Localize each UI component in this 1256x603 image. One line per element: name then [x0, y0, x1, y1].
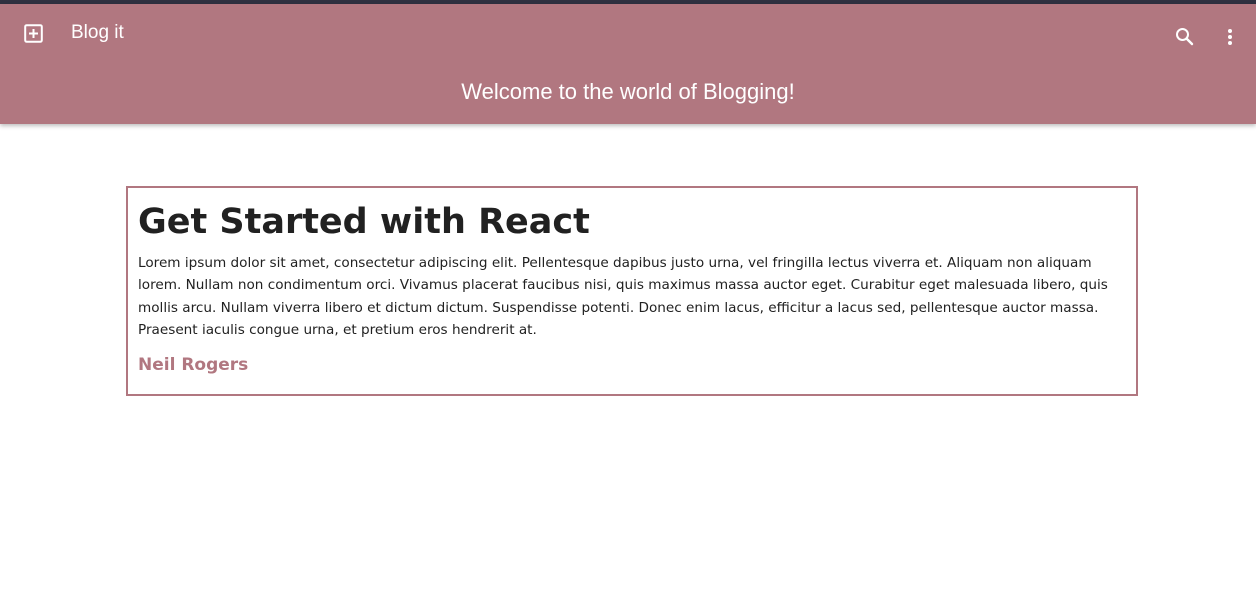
add-post-button[interactable]: [23, 23, 44, 44]
post-content: Get Started with React Lorem ipsum dolor…: [128, 188, 1136, 375]
post-body: Lorem ipsum dolor sit amet, consectetur …: [138, 255, 1108, 339]
post-card: Get Started with React Lorem ipsum dolor…: [126, 186, 1138, 396]
post-author[interactable]: Neil Rogers: [138, 355, 1126, 375]
search-icon: [1176, 28, 1194, 46]
search-button[interactable]: [1174, 26, 1196, 48]
more-vertical-icon: [1228, 29, 1232, 45]
add-box-icon: [24, 24, 43, 43]
post-title: Get Started with React: [138, 202, 590, 242]
app-toolbar: Blog it: [0, 4, 1256, 62]
welcome-banner: Welcome to the world of Blogging!: [461, 79, 795, 104]
more-options-button[interactable]: [1222, 26, 1238, 48]
app-bar: Blog it Welcome to the world of Blogging…: [0, 4, 1256, 124]
app-title: Blog it: [71, 22, 124, 43]
